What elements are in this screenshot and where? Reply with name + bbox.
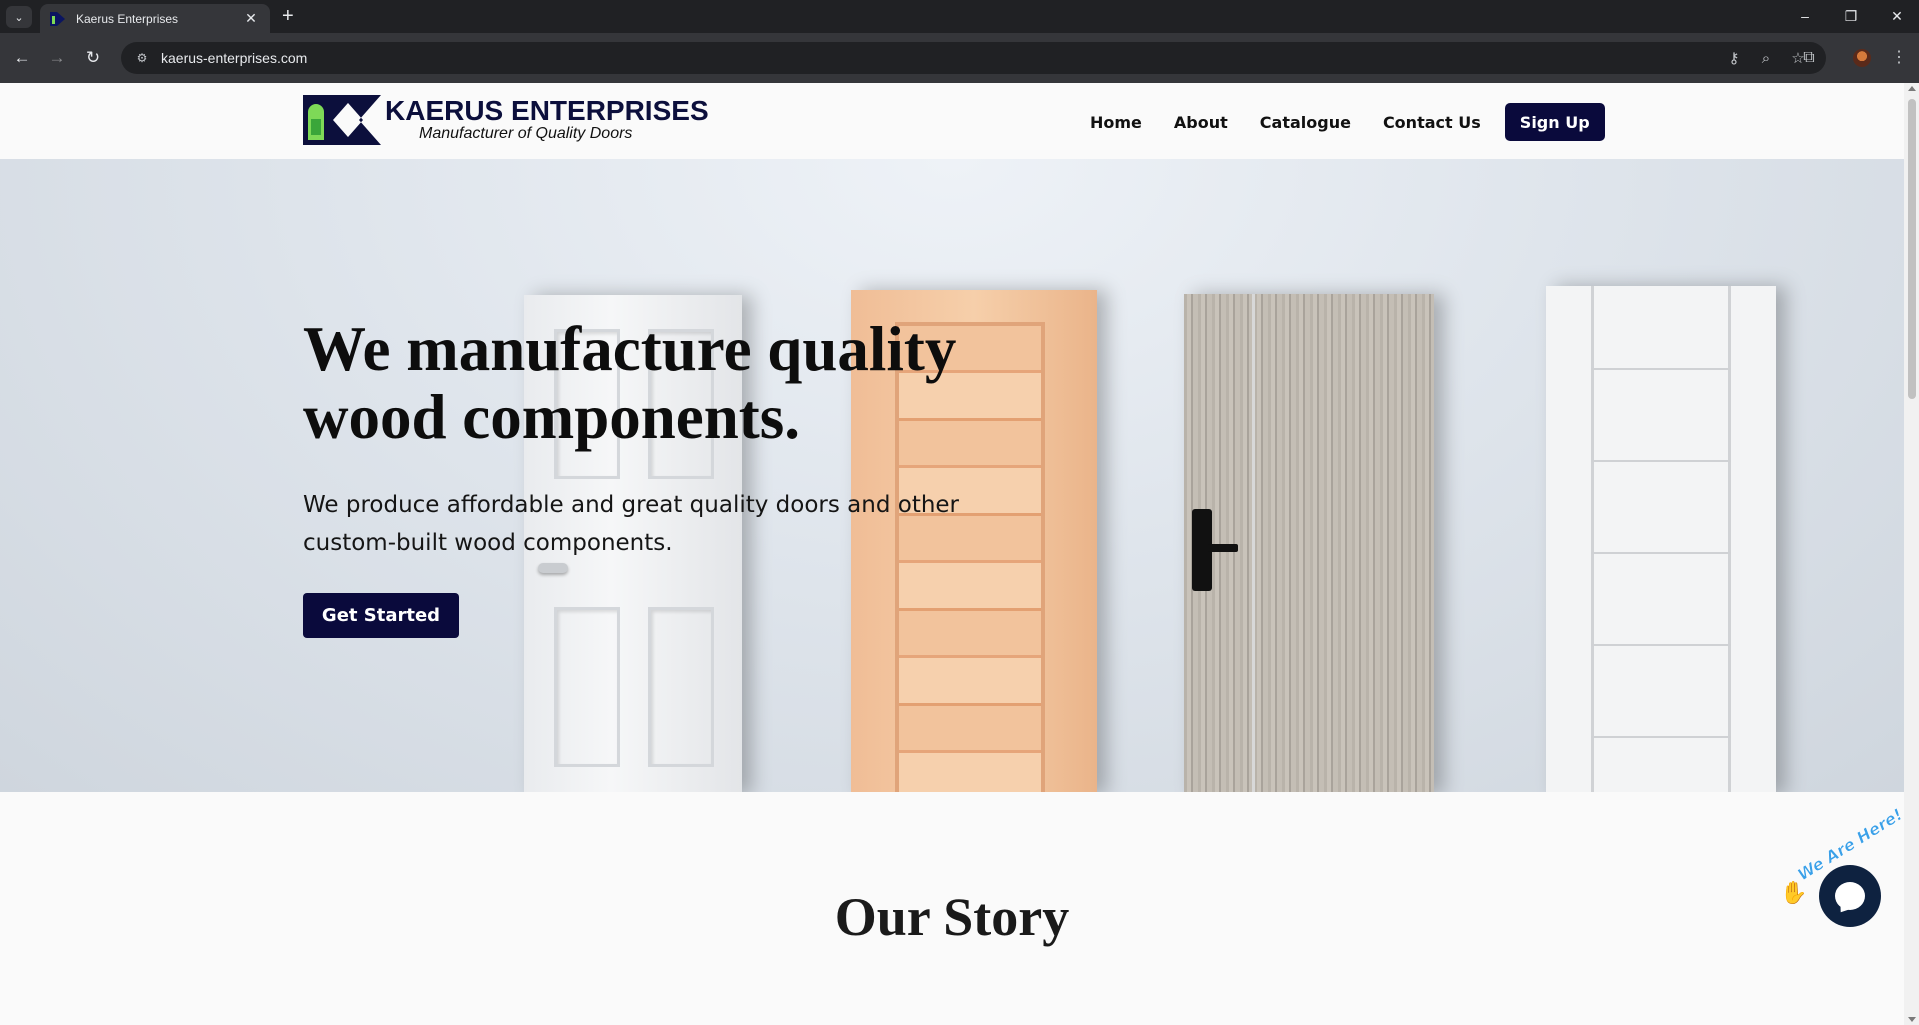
back-arrow-icon[interactable]: ← (9, 45, 35, 71)
hero-title-line-1: We manufacture quality (303, 314, 957, 384)
scrollbar-thumb[interactable] (1908, 99, 1916, 399)
nav-contact-us[interactable]: Contact Us (1383, 113, 1481, 132)
close-window-icon[interactable]: ✕ (1877, 4, 1917, 28)
browser-menu-icon[interactable]: ⋮ (1886, 45, 1912, 71)
logo-tagline: Manufacturer of Quality Doors (419, 125, 633, 142)
zoom-icon[interactable]: ⌕ (1750, 50, 1782, 67)
chat-widget-button[interactable] (1819, 865, 1881, 927)
logo-name: KAERUS ENTERPRISES (385, 95, 709, 126)
hero-subtitle-line-1: We produce affordable and great quality … (303, 492, 960, 518)
page-scrollbar[interactable] (1904, 83, 1919, 1025)
new-tab-plus-icon[interactable]: + (282, 5, 294, 27)
scroll-down-arrow-icon[interactable] (1908, 1017, 1916, 1022)
get-started-button[interactable]: Get Started (303, 593, 459, 638)
tab-search-chevron-icon[interactable]: ⌄ (6, 6, 32, 28)
main-nav: Home About Catalogue Contact Us Sign Up (1090, 103, 1605, 141)
nav-catalogue[interactable]: Catalogue (1260, 113, 1351, 132)
browser-tab[interactable]: Kaerus Enterprises ✕ (40, 4, 270, 33)
forward-arrow-icon[interactable]: → (44, 45, 70, 71)
password-key-icon[interactable]: ⚷ (1718, 49, 1750, 67)
waving-hand-icon: ✋ (1780, 880, 1808, 905)
extensions-puzzle-icon[interactable]: ⧉ (1796, 45, 1822, 71)
reload-icon[interactable]: ↻ (80, 45, 106, 71)
nav-about[interactable]: About (1174, 113, 1228, 132)
hero-title-line-2: wood components. (303, 382, 801, 452)
scroll-up-arrow-icon[interactable] (1908, 86, 1916, 91)
grey-woodgrain-door-image (1184, 294, 1434, 792)
sign-up-button[interactable]: Sign Up (1504, 103, 1605, 141)
hero-banner: We manufacture quality wood components. … (0, 159, 1904, 792)
url-text[interactable]: kaerus-enterprises.com (161, 50, 1718, 66)
logo-mark-icon (303, 95, 381, 145)
site-info-icon[interactable]: ⚙ (133, 49, 151, 67)
profile-avatar[interactable] (1853, 49, 1871, 67)
site-favicon-icon (50, 11, 66, 27)
tab-close-icon[interactable]: ✕ (242, 10, 260, 27)
tab-title: Kaerus Enterprises (76, 11, 179, 26)
site-header: KAERUS ENTERPRISES Manufacturer of Quali… (0, 83, 1904, 159)
browser-tab-strip: ⌄ Kaerus Enterprises ✕ + – ❐ ✕ (0, 0, 1919, 33)
white-modern-door-image (1546, 286, 1776, 792)
hero-subtitle: We produce affordable and great quality … (303, 486, 1023, 562)
address-bar[interactable]: ⚙ kaerus-enterprises.com ⚷ ⌕ ☆ (121, 42, 1826, 74)
web-page: KAERUS ENTERPRISES Manufacturer of Quali… (0, 83, 1904, 1025)
nav-home[interactable]: Home (1090, 113, 1142, 132)
site-logo[interactable]: KAERUS ENTERPRISES Manufacturer of Quali… (303, 95, 709, 145)
restore-window-icon[interactable]: ❐ (1831, 4, 1871, 28)
chat-bubble-icon (1835, 882, 1865, 910)
hero-subtitle-line-2: custom-built wood components. (303, 530, 673, 556)
hero-title: We manufacture quality wood components. (303, 315, 1063, 451)
our-story-heading: Our Story (834, 887, 1070, 947)
minimize-icon[interactable]: – (1785, 4, 1825, 28)
browser-toolbar: ← → ↻ ⚙ kaerus-enterprises.com ⚷ ⌕ ☆ ⧉ ⋮ (0, 33, 1919, 83)
